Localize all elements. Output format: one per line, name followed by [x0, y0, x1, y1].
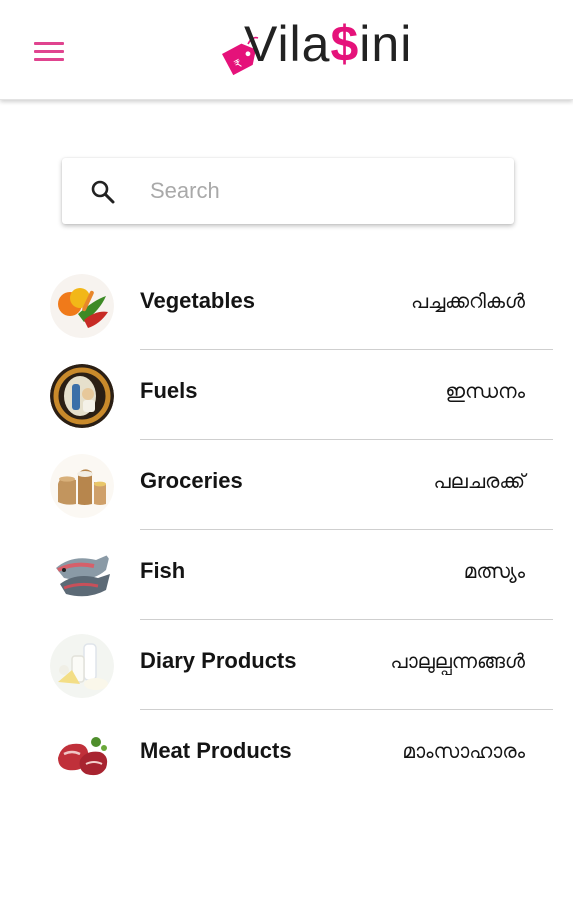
fuels-image	[50, 364, 114, 428]
menu-line	[34, 58, 64, 61]
logo-wordmark: Vila$ini	[244, 14, 412, 74]
search-input[interactable]	[150, 172, 490, 210]
logo-text-accent: $	[330, 16, 360, 72]
menu-line	[34, 42, 64, 45]
dairy-products-image	[50, 634, 114, 698]
category-item-groceries[interactable]: Groceries പലചരക്ക്	[0, 440, 573, 530]
category-native-name: പാലുല്പന്നങ്ങൾ	[390, 649, 525, 673]
category-native-name: പച്ചക്കറികൾ	[410, 289, 525, 313]
category-name: Fish	[140, 558, 186, 583]
category-item-vegetables[interactable]: Vegetables പച്ചക്കറികൾ	[0, 260, 573, 350]
vegetables-image	[50, 274, 114, 338]
category-name: Meat Products	[140, 738, 292, 763]
app-bar: ₹ Vila$ini	[0, 0, 573, 100]
category-item-meat-products[interactable]: Meat Products മാംസാഹാരം	[0, 710, 573, 800]
app-logo: ₹ Vila$ini	[218, 12, 448, 84]
search-icon	[91, 180, 115, 204]
category-native-name: ഇന്ധനം	[445, 379, 525, 403]
fish-image	[50, 544, 114, 608]
category-name: Vegetables	[140, 288, 255, 313]
category-list: Vegetables പച്ചക്കറികൾ Fuels ഇന്ധനം Groc…	[0, 260, 573, 800]
category-item-fish[interactable]: Fish മത്സ്യം	[0, 530, 573, 620]
category-native-name: പലചരക്ക്	[433, 469, 526, 493]
category-native-name: മാംസാഹാരം	[402, 739, 525, 763]
hamburger-menu-icon[interactable]	[34, 38, 66, 64]
category-name: Diary Products	[140, 648, 297, 673]
logo-text-part: Vila	[244, 16, 331, 72]
category-name: Fuels	[140, 378, 198, 403]
logo-text-part: ini	[359, 16, 413, 72]
category-name: Groceries	[140, 468, 243, 493]
groceries-image	[50, 454, 114, 518]
category-item-dairy-products[interactable]: Diary Products പാലുല്പന്നങ്ങൾ	[0, 620, 573, 710]
category-item-fuels[interactable]: Fuels ഇന്ധനം	[0, 350, 573, 440]
menu-line	[34, 50, 64, 53]
category-native-name: മത്സ്യം	[463, 559, 525, 583]
meat-products-image	[50, 724, 114, 788]
search-box[interactable]	[62, 158, 514, 224]
